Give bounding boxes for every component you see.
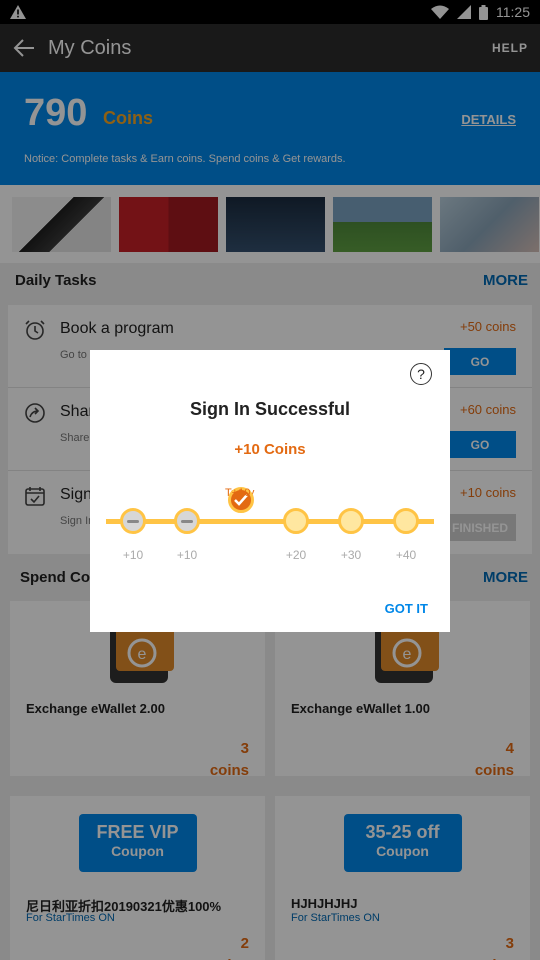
got-it-button[interactable]: GOT IT bbox=[385, 601, 428, 616]
day-5-marker bbox=[338, 508, 364, 534]
day-4-reward: +20 bbox=[285, 548, 307, 562]
dialog-coins-earned: +10 Coins bbox=[234, 441, 306, 458]
day-4-marker bbox=[283, 508, 309, 534]
day-6-marker bbox=[393, 508, 419, 534]
day-5-reward: +30 bbox=[340, 548, 362, 562]
help-icon[interactable]: ? bbox=[410, 363, 432, 385]
dialog-title: Sign In Successful bbox=[189, 399, 351, 419]
day-2-marker bbox=[174, 508, 200, 534]
day-3-reward: +10 bbox=[231, 487, 251, 499]
progress-track bbox=[106, 519, 434, 524]
day-1-reward: +10 bbox=[122, 548, 144, 562]
sign-in-dialog: ? Sign In Successful +10 Coins Today +10… bbox=[90, 350, 450, 632]
day-6-reward: +40 bbox=[395, 548, 417, 562]
day-1-marker bbox=[120, 508, 146, 534]
day-2-reward: +10 bbox=[176, 548, 198, 562]
